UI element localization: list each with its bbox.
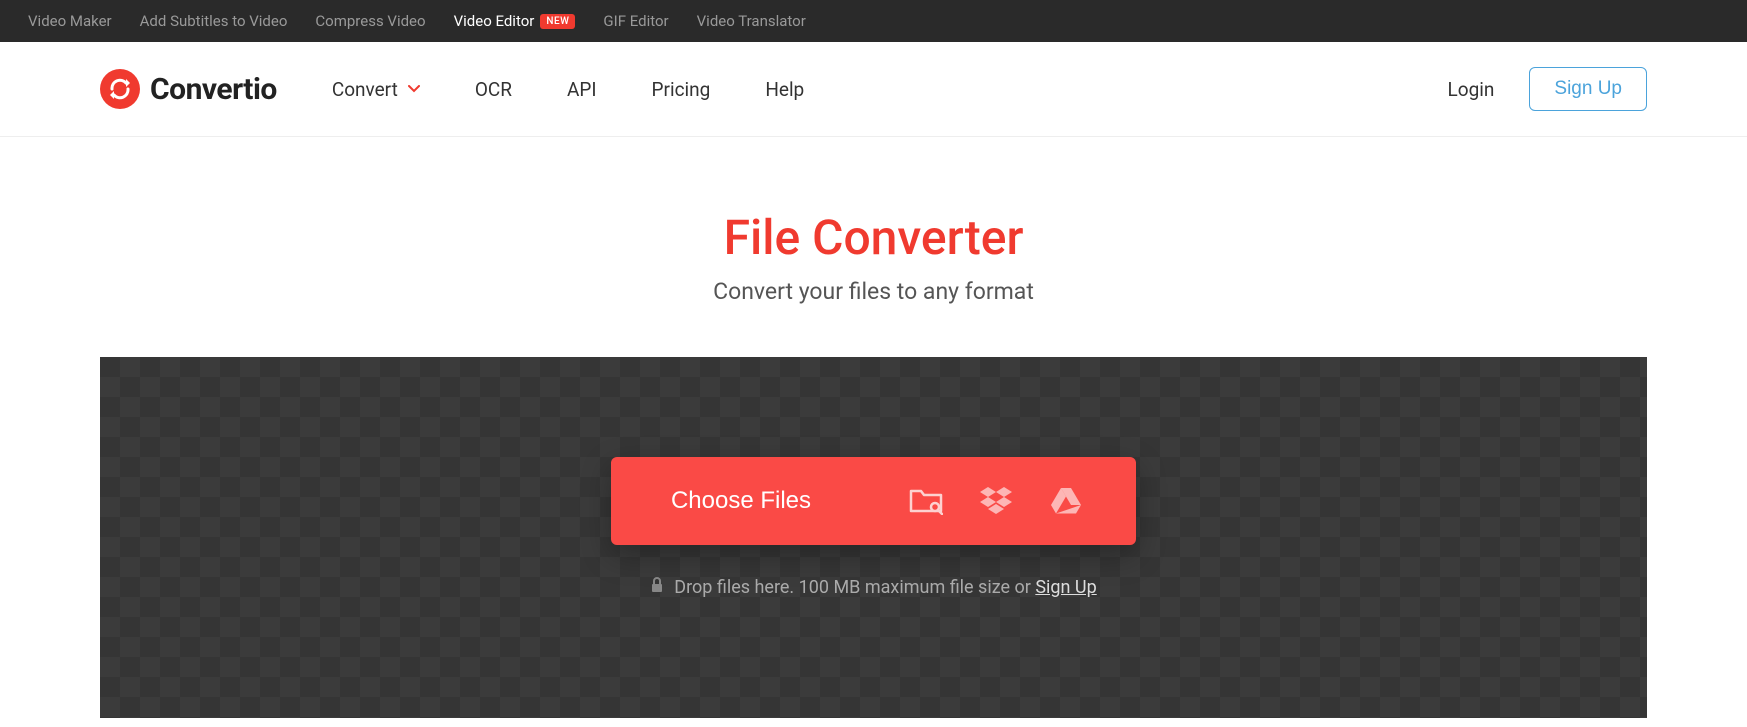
google-drive-icon[interactable] — [1031, 488, 1101, 514]
page-subtitle: Convert your files to any format — [0, 278, 1747, 305]
signup-link-inline[interactable]: Sign Up — [1035, 577, 1096, 598]
choose-files-button[interactable]: Choose Files — [611, 457, 1136, 545]
nav-convert[interactable]: Convert — [332, 78, 420, 101]
hero: File Converter Convert your files to any… — [0, 137, 1747, 357]
nav-help[interactable]: Help — [765, 78, 804, 101]
topbar-compress-video[interactable]: Compress Video — [315, 12, 425, 30]
nav-ocr[interactable]: OCR — [475, 78, 512, 101]
lock-icon — [650, 577, 664, 598]
page-title: File Converter — [0, 209, 1747, 266]
topbar-video-editor[interactable]: Video Editor NEW — [454, 12, 576, 30]
drop-hint: Drop files here. 100 MB maximum file siz… — [100, 577, 1647, 598]
dropbox-icon[interactable] — [961, 487, 1031, 515]
topbar-add-subtitles[interactable]: Add Subtitles to Video — [140, 12, 288, 30]
topbar-video-translator[interactable]: Video Translator — [697, 12, 806, 30]
choose-files-label: Choose Files — [671, 487, 811, 515]
login-link[interactable]: Login — [1448, 78, 1495, 101]
main-nav: Convert OCR API Pricing Help — [332, 78, 804, 101]
nav-pricing[interactable]: Pricing — [652, 78, 711, 101]
folder-search-icon[interactable] — [891, 487, 961, 515]
nav-api[interactable]: API — [567, 78, 597, 101]
topbar-gif-editor[interactable]: GIF Editor — [603, 12, 668, 30]
new-badge: NEW — [540, 14, 575, 29]
logo-icon — [100, 69, 140, 109]
file-dropzone[interactable]: Choose Files — [100, 357, 1647, 718]
main-header: Convertio Convert OCR API Pricing Help L… — [0, 42, 1747, 137]
signup-button[interactable]: Sign Up — [1529, 67, 1647, 111]
top-bar: Video Maker Add Subtitles to Video Compr… — [0, 0, 1747, 42]
chevron-down-icon — [408, 83, 420, 95]
header-right: Login Sign Up — [1448, 67, 1647, 111]
logo[interactable]: Convertio — [100, 69, 277, 109]
topbar-video-maker[interactable]: Video Maker — [28, 12, 112, 30]
logo-text: Convertio — [150, 72, 277, 107]
